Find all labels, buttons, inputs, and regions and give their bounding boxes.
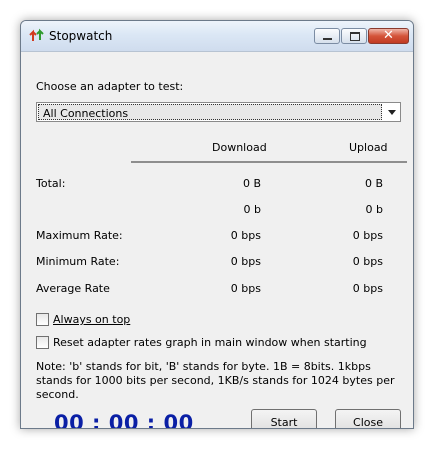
total-download-value: 0 B	[242, 177, 261, 190]
always-on-top-checkbox[interactable]	[36, 313, 49, 326]
header-divider	[131, 161, 407, 163]
upload-column-header: Upload	[349, 141, 388, 154]
minimum-rate-label: Minimum Rate:	[36, 255, 120, 268]
always-on-top-label[interactable]: Always on top	[53, 313, 130, 326]
units-note: Note: 'b' stands for bit, 'B' stands for…	[36, 360, 395, 401]
average-rate-label: Average Rate	[36, 282, 110, 295]
maximum-rate-download-value: 0 bps	[230, 229, 261, 242]
total-bits-download-value: 0 b	[243, 203, 261, 216]
maximize-icon	[350, 32, 360, 41]
minimum-rate-upload-value: 0 bps	[352, 255, 383, 268]
maximum-rate-label: Maximum Rate:	[36, 229, 123, 242]
close-button[interactable]: Close	[335, 409, 401, 428]
maximize-button[interactable]	[341, 28, 367, 44]
client-area: Choose an adapter to test: All Connectio…	[21, 51, 413, 429]
adapter-select-value: All Connections	[43, 107, 129, 120]
window-title: Stopwatch	[49, 29, 113, 43]
average-rate-download-value: 0 bps	[230, 282, 261, 295]
average-rate-upload-value: 0 bps	[352, 282, 383, 295]
minimize-icon	[323, 38, 332, 40]
elapsed-time-display: 00 : 00 : 00	[54, 411, 194, 429]
total-label: Total:	[36, 177, 66, 190]
stopwatch-window: Stopwatch ✕ Choose an adapter to test: A…	[20, 20, 414, 429]
adapter-label: Choose an adapter to test:	[36, 80, 184, 93]
title-bar[interactable]: Stopwatch ✕	[21, 21, 413, 52]
adapter-select[interactable]: All Connections	[36, 102, 401, 122]
minimum-rate-download-value: 0 bps	[230, 255, 261, 268]
reset-graph-checkbox[interactable]	[36, 336, 49, 349]
close-window-button[interactable]: ✕	[368, 28, 409, 44]
always-on-top-text: Always on top	[53, 313, 131, 326]
total-bits-upload-value: 0 b	[365, 203, 383, 216]
start-button[interactable]: Start	[251, 409, 317, 428]
chevron-down-icon[interactable]	[388, 110, 396, 115]
stopwatch-arrows-icon	[29, 28, 44, 41]
minimize-button[interactable]	[314, 28, 340, 44]
maximum-rate-upload-value: 0 bps	[352, 229, 383, 242]
close-icon: ✕	[383, 28, 394, 43]
download-column-header: Download	[212, 141, 267, 154]
total-upload-value: 0 B	[364, 177, 383, 190]
reset-graph-label[interactable]: Reset adapter rates graph in main window…	[53, 336, 367, 349]
adapter-select-focus: All Connections	[38, 104, 382, 120]
